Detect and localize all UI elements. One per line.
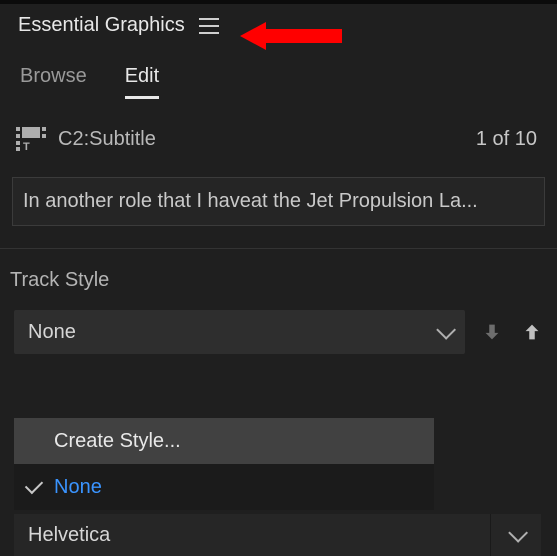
caption-text-field[interactable]: In another role that I haveat the Jet Pr… [12,177,545,226]
clip-name: C2:Subtitle [58,128,476,151]
font-family-chevron[interactable] [491,514,541,556]
tab-edit[interactable]: Edit [125,65,159,99]
chevron-down-icon [508,523,528,543]
menu-item-create-style[interactable]: Create Style... [14,418,434,464]
track-style-dropdown[interactable]: None [14,310,465,354]
font-family-value: Helvetica [28,524,110,547]
push-up-button[interactable] [519,319,545,345]
panel-menu-icon[interactable] [199,18,219,34]
clip-type-icon: T [16,127,46,151]
track-style-label: Track Style [0,249,557,292]
svg-text:T: T [23,141,30,151]
font-family-dropdown[interactable]: Helvetica [14,514,491,556]
clip-count: 1 of 10 [476,128,537,151]
menu-item-none[interactable]: None [14,464,434,510]
panel-title: Essential Graphics [18,14,185,37]
chevron-down-icon [436,320,456,340]
check-icon [25,476,43,494]
menu-item-label: None [54,476,102,499]
tab-browse[interactable]: Browse [20,65,87,99]
track-style-dropdown-value: None [28,321,76,344]
menu-item-label: Create Style... [54,430,181,453]
push-down-button [479,319,505,345]
track-style-menu: Create Style... None [14,418,434,510]
